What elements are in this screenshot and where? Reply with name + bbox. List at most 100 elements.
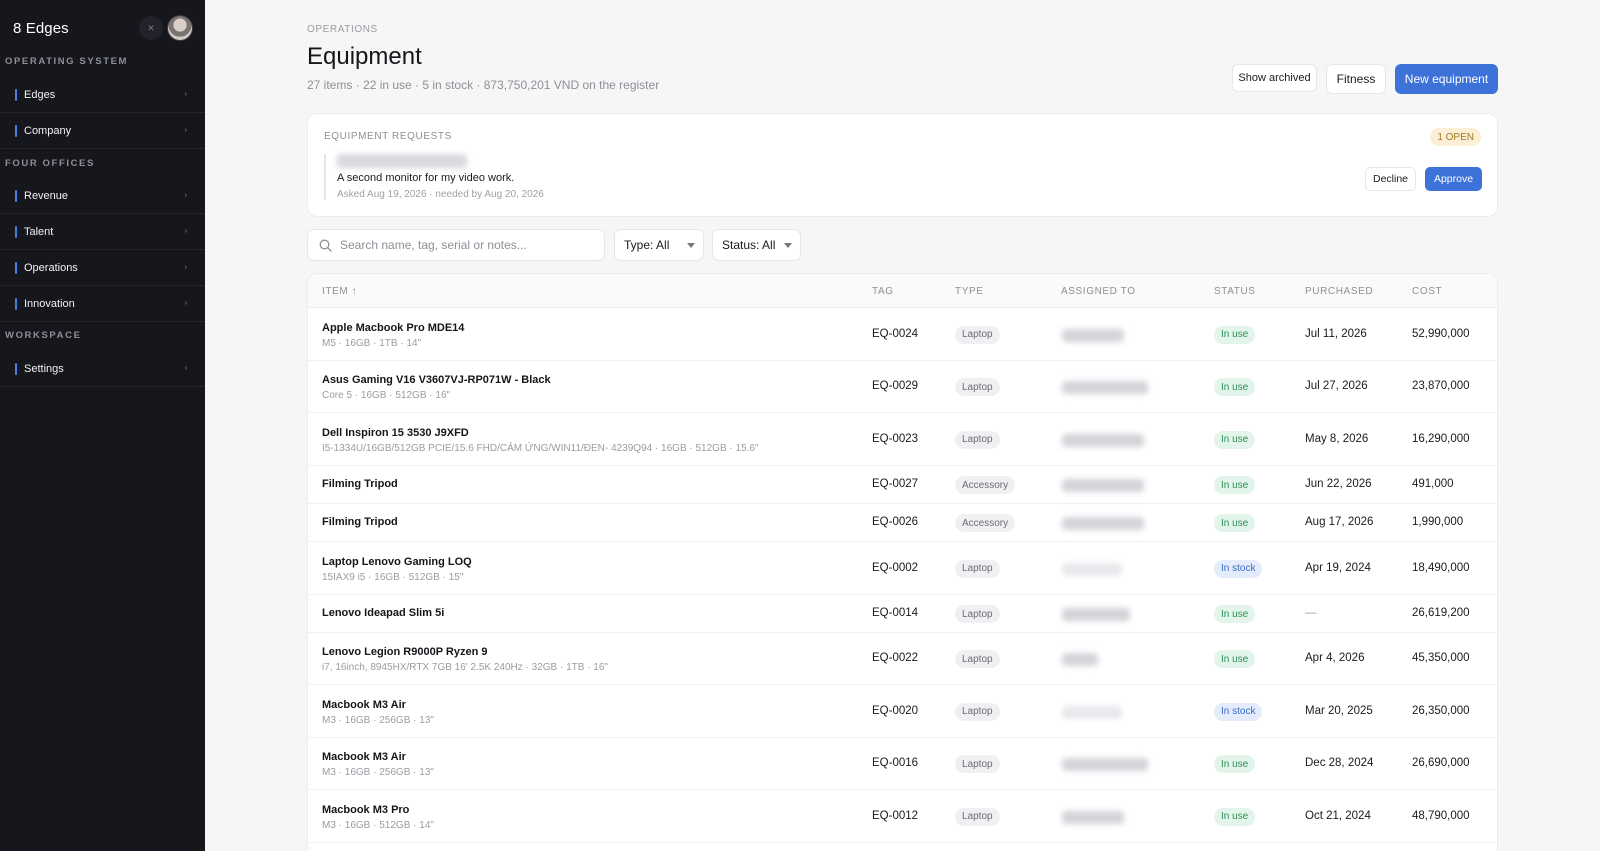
purchased-date: Dec 28, 2024 <box>1305 757 1374 769</box>
table-row[interactable]: Filming Tripod EQ-0026 Accessory In use Aug … <box>308 504 1497 542</box>
item-name[interactable]: Macbook M3 Air <box>322 751 406 763</box>
column-header-tag[interactable]: TAG <box>872 286 894 297</box>
table-row[interactable]: Macbook M3 Air M3 · 16GB · 256GB · 13" EQ-… <box>308 685 1497 738</box>
approve-button[interactable]: Approve <box>1425 167 1482 191</box>
sidebar-item-operations[interactable]: Operations › <box>0 250 205 286</box>
item-name[interactable]: Macbook M3 Air <box>322 699 406 711</box>
collapse-sidebar-icon[interactable]: ✕ <box>139 16 163 40</box>
sidebar-item-settings[interactable]: Settings › <box>0 351 205 387</box>
fitness-button[interactable]: Fitness <box>1326 64 1386 94</box>
item-specs: M5 · 16GB · 1TB · 14" <box>322 337 422 349</box>
status-badge: In use <box>1214 325 1256 344</box>
table-row[interactable]: Lenovo Ideapad Slim 5i EQ-0014 Laptop In us… <box>308 595 1497 633</box>
sidebar-item-company[interactable]: Company › <box>0 113 205 149</box>
purchased-date: Jun 22, 2026 <box>1305 478 1372 490</box>
item-cost: 48,790,000 <box>1412 809 1470 822</box>
item-name[interactable]: Asus Gaming V16 V3607VJ-RP071W - Black <box>322 374 551 386</box>
column-header-cost[interactable]: COST <box>1412 286 1442 297</box>
item-tag: EQ-0022 <box>872 652 919 664</box>
item-tag: EQ-0024 <box>872 327 919 340</box>
table-row[interactable]: Asus Gaming V16 V3607VJ-RP071W - Black Co… <box>308 361 1497 413</box>
chevron-right-icon: › <box>184 192 187 199</box>
requester-name-redacted <box>337 154 467 168</box>
sidebar-item-label: Operations <box>24 261 78 274</box>
nav-indicator <box>15 362 17 375</box>
request-meta: Asked Aug 19, 2026 · needed by Aug 20, 2… <box>337 189 544 200</box>
page-title: Equipment <box>307 43 422 70</box>
nav-indicator <box>15 124 17 137</box>
column-header-type[interactable]: TYPE <box>955 286 984 297</box>
avatar[interactable] <box>167 15 193 41</box>
column-header-assigned-to[interactable]: ASSIGNED TO <box>1061 286 1136 297</box>
section-title-workspace: WORKSPACE <box>5 330 82 341</box>
search-input[interactable] <box>340 238 590 252</box>
item-specs: M3 · 16GB · 256GB · 13" <box>322 714 434 726</box>
table-row[interactable]: Laptop Lenovo Gaming LOQ 15IAX9 i5 · 16GB… <box>308 542 1497 595</box>
table-row[interactable]: Dell Inspiron 15 3530 J9XFD I5-1334U/16GB… <box>308 413 1497 466</box>
type-badge: Laptop <box>955 430 1000 449</box>
item-tag: EQ-0012 <box>872 809 919 822</box>
column-header-status[interactable]: STATUS <box>1214 286 1256 297</box>
purchased-date: Mar 20, 2025 <box>1305 704 1373 717</box>
item-name[interactable]: Apple Macbook Pro MDE14 <box>322 322 464 334</box>
chevron-down-icon <box>687 243 695 248</box>
sidebar-item-edges[interactable]: Edges › <box>0 77 205 113</box>
chevron-right-icon: › <box>184 264 187 271</box>
status-badge: In stock <box>1214 559 1263 578</box>
sidebar-item-label: Innovation <box>24 297 75 310</box>
item-name[interactable]: Laptop Lenovo Gaming LOQ <box>322 556 472 568</box>
breadcrumb: OPERATIONS <box>307 24 378 35</box>
item-cost: 26,690,000 <box>1412 757 1470 769</box>
item-cost: 26,350,000 <box>1412 704 1470 717</box>
table-row[interactable]: Filming Tripod EQ-0027 Accessory In use Jun … <box>308 466 1497 504</box>
type-badge: Laptop <box>955 807 1000 826</box>
item-tag: EQ-0023 <box>872 432 919 445</box>
item-specs: I5-1334U/16GB/512GB PCIE/15.6 FHD/CẢM ỨN… <box>322 442 759 454</box>
item-specs: 15IAX9 i5 · 16GB · 512GB · 15" <box>322 571 464 583</box>
table-row[interactable]: Macbook M3 Air M3 · 16GB · 256GB · 13" EQ-… <box>308 738 1497 790</box>
sidebar-item-talent[interactable]: Talent › <box>0 214 205 250</box>
type-badge: Laptop <box>955 702 1000 721</box>
nav-indicator <box>15 189 17 202</box>
column-header-purchased[interactable]: PURCHASED <box>1305 286 1373 297</box>
purchased-date: Jul 27, 2026 <box>1305 380 1368 392</box>
status-badge: In use <box>1214 476 1256 494</box>
item-name[interactable]: Filming Tripod <box>322 478 398 490</box>
column-header-item[interactable]: ITEM ↑ <box>322 286 357 297</box>
item-name[interactable]: Macbook M3 Pro <box>322 804 409 816</box>
search-box[interactable] <box>307 229 605 261</box>
item-name[interactable]: Lenovo Ideapad Slim 5i <box>322 607 444 619</box>
sidebar-item-innovation[interactable]: Innovation › <box>0 286 205 322</box>
decline-button[interactable]: Decline <box>1365 167 1416 191</box>
sidebar: 8 Edges ✕ OPERATING SYSTEM Edges › Compa… <box>0 0 205 851</box>
purchased-date: May 8, 2026 <box>1305 432 1369 445</box>
table-row[interactable]: Macbook M3 Pro M3 · 16GB · 512GB · 14" EQ-… <box>308 790 1497 843</box>
type-badge: Accessory <box>955 514 1016 532</box>
item-cost: 16,290,000 <box>1412 432 1470 445</box>
status-filter-select[interactable]: Status: All <box>712 229 801 261</box>
item-cost: 26,619,200 <box>1412 607 1470 619</box>
item-name[interactable]: Dell Inspiron 15 3530 J9XFD <box>322 427 469 439</box>
type-badge: Laptop <box>955 605 1000 623</box>
status-badge: In use <box>1214 755 1256 773</box>
assignee-redacted <box>1062 562 1122 576</box>
item-cost: 1,990,000 <box>1412 516 1464 528</box>
item-name[interactable]: Lenovo Legion R9000P Ryzen 9 <box>322 646 487 658</box>
show-archived-button[interactable]: Show archived <box>1232 64 1317 92</box>
table-row[interactable]: Apple Macbook Pro MDE14 M5 · 16GB · 1TB ·… <box>308 308 1497 361</box>
open-count-badge: 1 OPEN <box>1430 128 1481 146</box>
request-text: A second monitor for my video work. <box>337 172 515 184</box>
item-tag: EQ-0020 <box>872 704 919 717</box>
brand-name[interactable]: 8 Edges <box>13 20 139 37</box>
assignee-redacted <box>1062 705 1122 719</box>
new-equipment-button[interactable]: New equipment <box>1395 64 1498 94</box>
item-cost: 23,870,000 <box>1412 380 1470 392</box>
item-name[interactable]: Filming Tripod <box>322 516 398 528</box>
type-filter-select[interactable]: Type: All <box>614 229 704 261</box>
nav-indicator <box>15 261 17 274</box>
sidebar-header: 8 Edges ✕ <box>0 0 205 56</box>
type-badge: Laptop <box>955 378 1000 396</box>
table-row[interactable]: Lenovo Legion R9000P Ryzen 9 i7, 16inch, … <box>308 633 1497 685</box>
purchased-date: Aug 17, 2026 <box>1305 516 1374 528</box>
sidebar-item-revenue[interactable]: Revenue › <box>0 178 205 214</box>
